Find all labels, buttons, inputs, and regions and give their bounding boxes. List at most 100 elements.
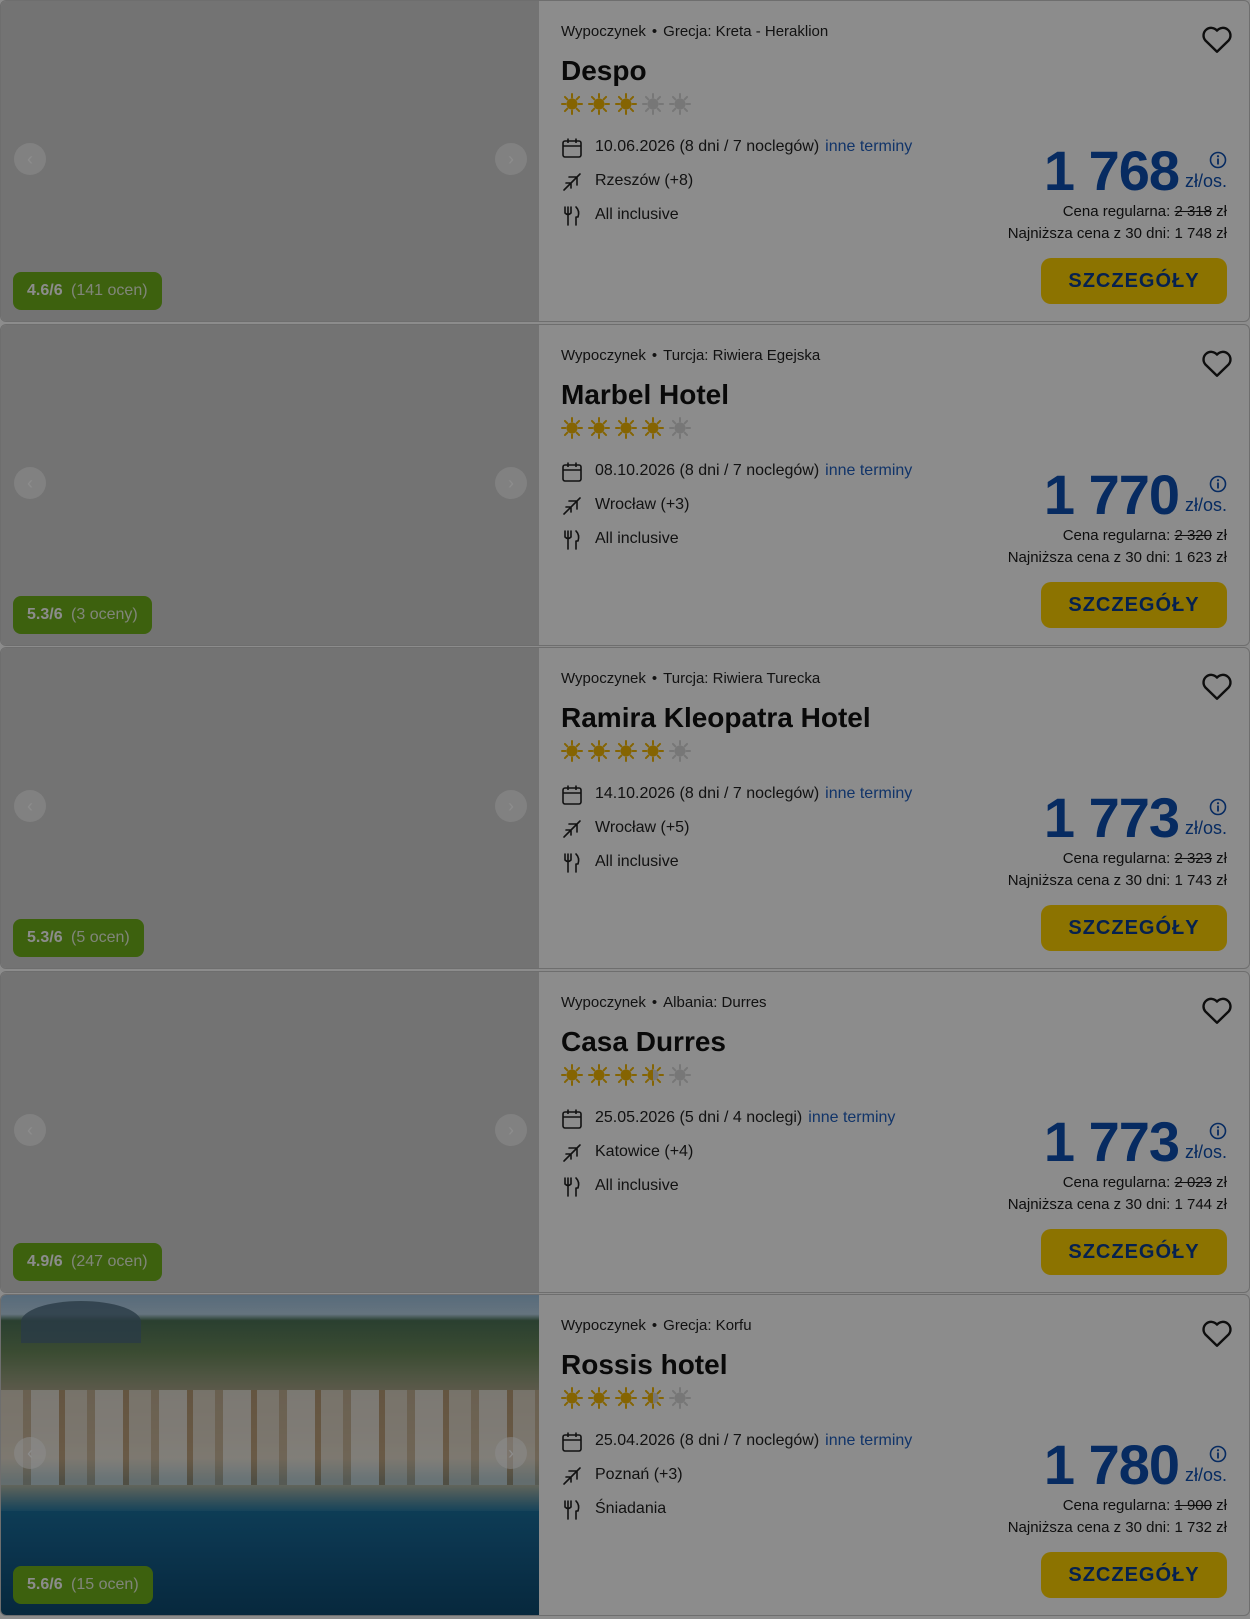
offer-location[interactable]: Turcja: Riwiera Turecka <box>663 670 820 687</box>
hotel-stars <box>561 1064 696 1086</box>
chevron-left-icon[interactable]: ‹ <box>14 143 46 175</box>
offer-info: Wypoczynek • Grecja: Korfu Rossis hotel 25… <box>561 1295 1249 1615</box>
offer-location[interactable]: Albania: Durres <box>663 994 766 1011</box>
sun-icon <box>615 417 637 439</box>
offer-board-row: All inclusive <box>561 1174 679 1198</box>
price-unit: zł/os. <box>1184 1465 1227 1485</box>
offer-location[interactable]: Grecja: Kreta - Heraklion <box>663 23 828 40</box>
details-button[interactable]: SZCZEGÓŁY <box>1041 1552 1227 1598</box>
info-icon[interactable] <box>1209 151 1227 169</box>
lowest-price-30-days: Najniższa cena z 30 dni: 1 623 zł <box>1007 549 1227 566</box>
heart-icon[interactable] <box>1199 668 1235 704</box>
chevron-right-icon[interactable]: › <box>495 143 527 175</box>
rating-score: 4.6/6 <box>27 282 63 299</box>
offer-card[interactable]: ‹ › 5.3/6 (3 oceny) Wypoczynek • Turcja: R… <box>0 324 1250 646</box>
info-icon[interactable] <box>1209 798 1227 816</box>
offer-card[interactable]: ‹ › 4.9/6 (247 ocen) Wypoczynek • Albania:… <box>0 971 1250 1293</box>
sun-icon <box>669 93 691 115</box>
plane-icon <box>563 820 581 838</box>
other-dates-link[interactable]: inne terminy <box>825 138 912 155</box>
currency: zł <box>1216 203 1227 220</box>
details-button[interactable]: SZCZEGÓŁY <box>1041 1229 1227 1275</box>
lowest-price-30-days: Najniższa cena z 30 dni: 1 748 zł <box>1007 225 1227 242</box>
offer-departure-row: Wrocław (+5) <box>561 816 689 840</box>
sun-icon <box>561 417 583 439</box>
rating-badge: 5.3/6 (5 ocen) <box>13 919 144 957</box>
chevron-left-icon[interactable]: ‹ <box>14 467 46 499</box>
hotel-name[interactable]: Casa Durres <box>561 1026 726 1058</box>
chevron-right-icon[interactable]: › <box>495 1437 527 1469</box>
heart-icon[interactable] <box>1199 21 1235 57</box>
offer-date: 10.06.2026 (8 dni / 7 noclegów) <box>595 138 820 155</box>
offer-card[interactable]: ‹ › 5.6/6 (15 ocen) Wypoczynek • Grecja: K… <box>0 1294 1250 1616</box>
offer-board-row: All inclusive <box>561 527 679 551</box>
info-icon[interactable] <box>1209 1445 1227 1463</box>
offer-breadcrumb: Wypoczynek • Albania: Durres <box>561 994 767 1011</box>
other-dates-link[interactable]: inne terminy <box>825 462 912 479</box>
offer-category: Wypoczynek <box>561 347 646 364</box>
price-unit: zł/os. <box>1184 1142 1227 1162</box>
cutlery-icon <box>564 853 580 873</box>
currency: zł <box>1216 527 1227 544</box>
chevron-right-icon[interactable]: › <box>495 467 527 499</box>
hotel-photo[interactable]: ‹ › 5.3/6 (5 ocen) <box>1 648 539 968</box>
hotel-name[interactable]: Marbel Hotel <box>561 379 729 411</box>
rating-score: 5.3/6 <box>27 606 63 623</box>
info-icon[interactable] <box>1209 1122 1227 1140</box>
hotel-photo[interactable]: ‹ › 4.9/6 (247 ocen) <box>1 972 539 1292</box>
heart-icon[interactable] <box>1199 1315 1235 1351</box>
offer-location[interactable]: Grecja: Korfu <box>663 1317 751 1334</box>
offer-breadcrumb: Wypoczynek • Grecja: Korfu <box>561 1317 752 1334</box>
hotel-name[interactable]: Despo <box>561 55 647 87</box>
price-block: 1 773 zł/os. Cena regularna: 2 023 zł Na… <box>927 1112 1227 1232</box>
board-type: Śniadania <box>595 1500 667 1517</box>
info-icon[interactable] <box>1209 475 1227 493</box>
chevron-left-icon[interactable]: ‹ <box>14 1437 46 1469</box>
sun-icon <box>642 740 664 762</box>
heart-icon[interactable] <box>1199 345 1235 381</box>
rating-count: (3 oceny) <box>71 606 138 623</box>
separator-dot: • <box>651 347 658 364</box>
rating-count: (141 ocen) <box>71 282 148 299</box>
offer-price: 1 773 <box>1043 786 1180 849</box>
details-button[interactable]: SZCZEGÓŁY <box>1041 582 1227 628</box>
plane-icon <box>563 173 581 191</box>
offer-card[interactable]: ‹ › 4.6/6 (141 ocen) Wypoczynek • Grecja: … <box>0 0 1250 322</box>
other-dates-link[interactable]: inne terminy <box>808 1109 895 1126</box>
price-unit: zł/os. <box>1184 818 1227 838</box>
other-dates-link[interactable]: inne terminy <box>825 785 912 802</box>
board-type: All inclusive <box>595 853 679 870</box>
offer-departure-row: Rzeszów (+8) <box>561 169 693 193</box>
hotel-name[interactable]: Rossis hotel <box>561 1349 727 1381</box>
rating-count: (5 ocen) <box>71 929 130 946</box>
offer-card[interactable]: ‹ › 5.3/6 (5 ocen) Wypoczynek • Turcja: Ri… <box>0 647 1250 969</box>
chevron-left-icon[interactable]: ‹ <box>14 790 46 822</box>
heart-icon[interactable] <box>1199 992 1235 1028</box>
offer-info: Wypoczynek • Albania: Durres Casa Durres 2… <box>561 972 1249 1292</box>
chevron-right-icon[interactable]: › <box>495 1114 527 1146</box>
chevron-left-icon[interactable]: ‹ <box>14 1114 46 1146</box>
offer-departure-row: Poznań (+3) <box>561 1463 683 1487</box>
details-button[interactable]: SZCZEGÓŁY <box>1041 905 1227 951</box>
regular-price: Cena regularna: 1 900 zł <box>1063 1497 1227 1514</box>
hotel-name[interactable]: Ramira Kleopatra Hotel <box>561 702 871 734</box>
offer-date-row: 08.10.2026 (8 dni / 7 noclegów) inne term… <box>561 459 912 483</box>
hotel-photo[interactable]: ‹ › 4.6/6 (141 ocen) <box>1 1 539 321</box>
chevron-right-icon[interactable]: › <box>495 790 527 822</box>
sun-icon <box>615 93 637 115</box>
offer-price: 1 773 <box>1043 1110 1180 1173</box>
hotel-stars <box>561 417 696 439</box>
offer-location[interactable]: Turcja: Riwiera Egejska <box>663 347 820 364</box>
hotel-photo[interactable]: ‹ › 5.3/6 (3 oceny) <box>1 325 539 645</box>
offer-board-row: All inclusive <box>561 203 679 227</box>
rating-badge: 4.6/6 (141 ocen) <box>13 272 162 310</box>
offer-date-row: 14.10.2026 (8 dni / 7 noclegów) inne term… <box>561 782 912 806</box>
details-button[interactable]: SZCZEGÓŁY <box>1041 258 1227 304</box>
hotel-stars <box>561 1387 696 1409</box>
other-dates-link[interactable]: inne terminy <box>825 1432 912 1449</box>
departure-airport: Wrocław (+3) <box>595 496 690 513</box>
currency: zł <box>1216 850 1227 867</box>
hotel-photo[interactable]: ‹ › 5.6/6 (15 ocen) <box>1 1295 539 1615</box>
offer-date-row: 10.06.2026 (8 dni / 7 noclegów) inne term… <box>561 135 912 159</box>
rating-count: (15 ocen) <box>71 1576 139 1593</box>
